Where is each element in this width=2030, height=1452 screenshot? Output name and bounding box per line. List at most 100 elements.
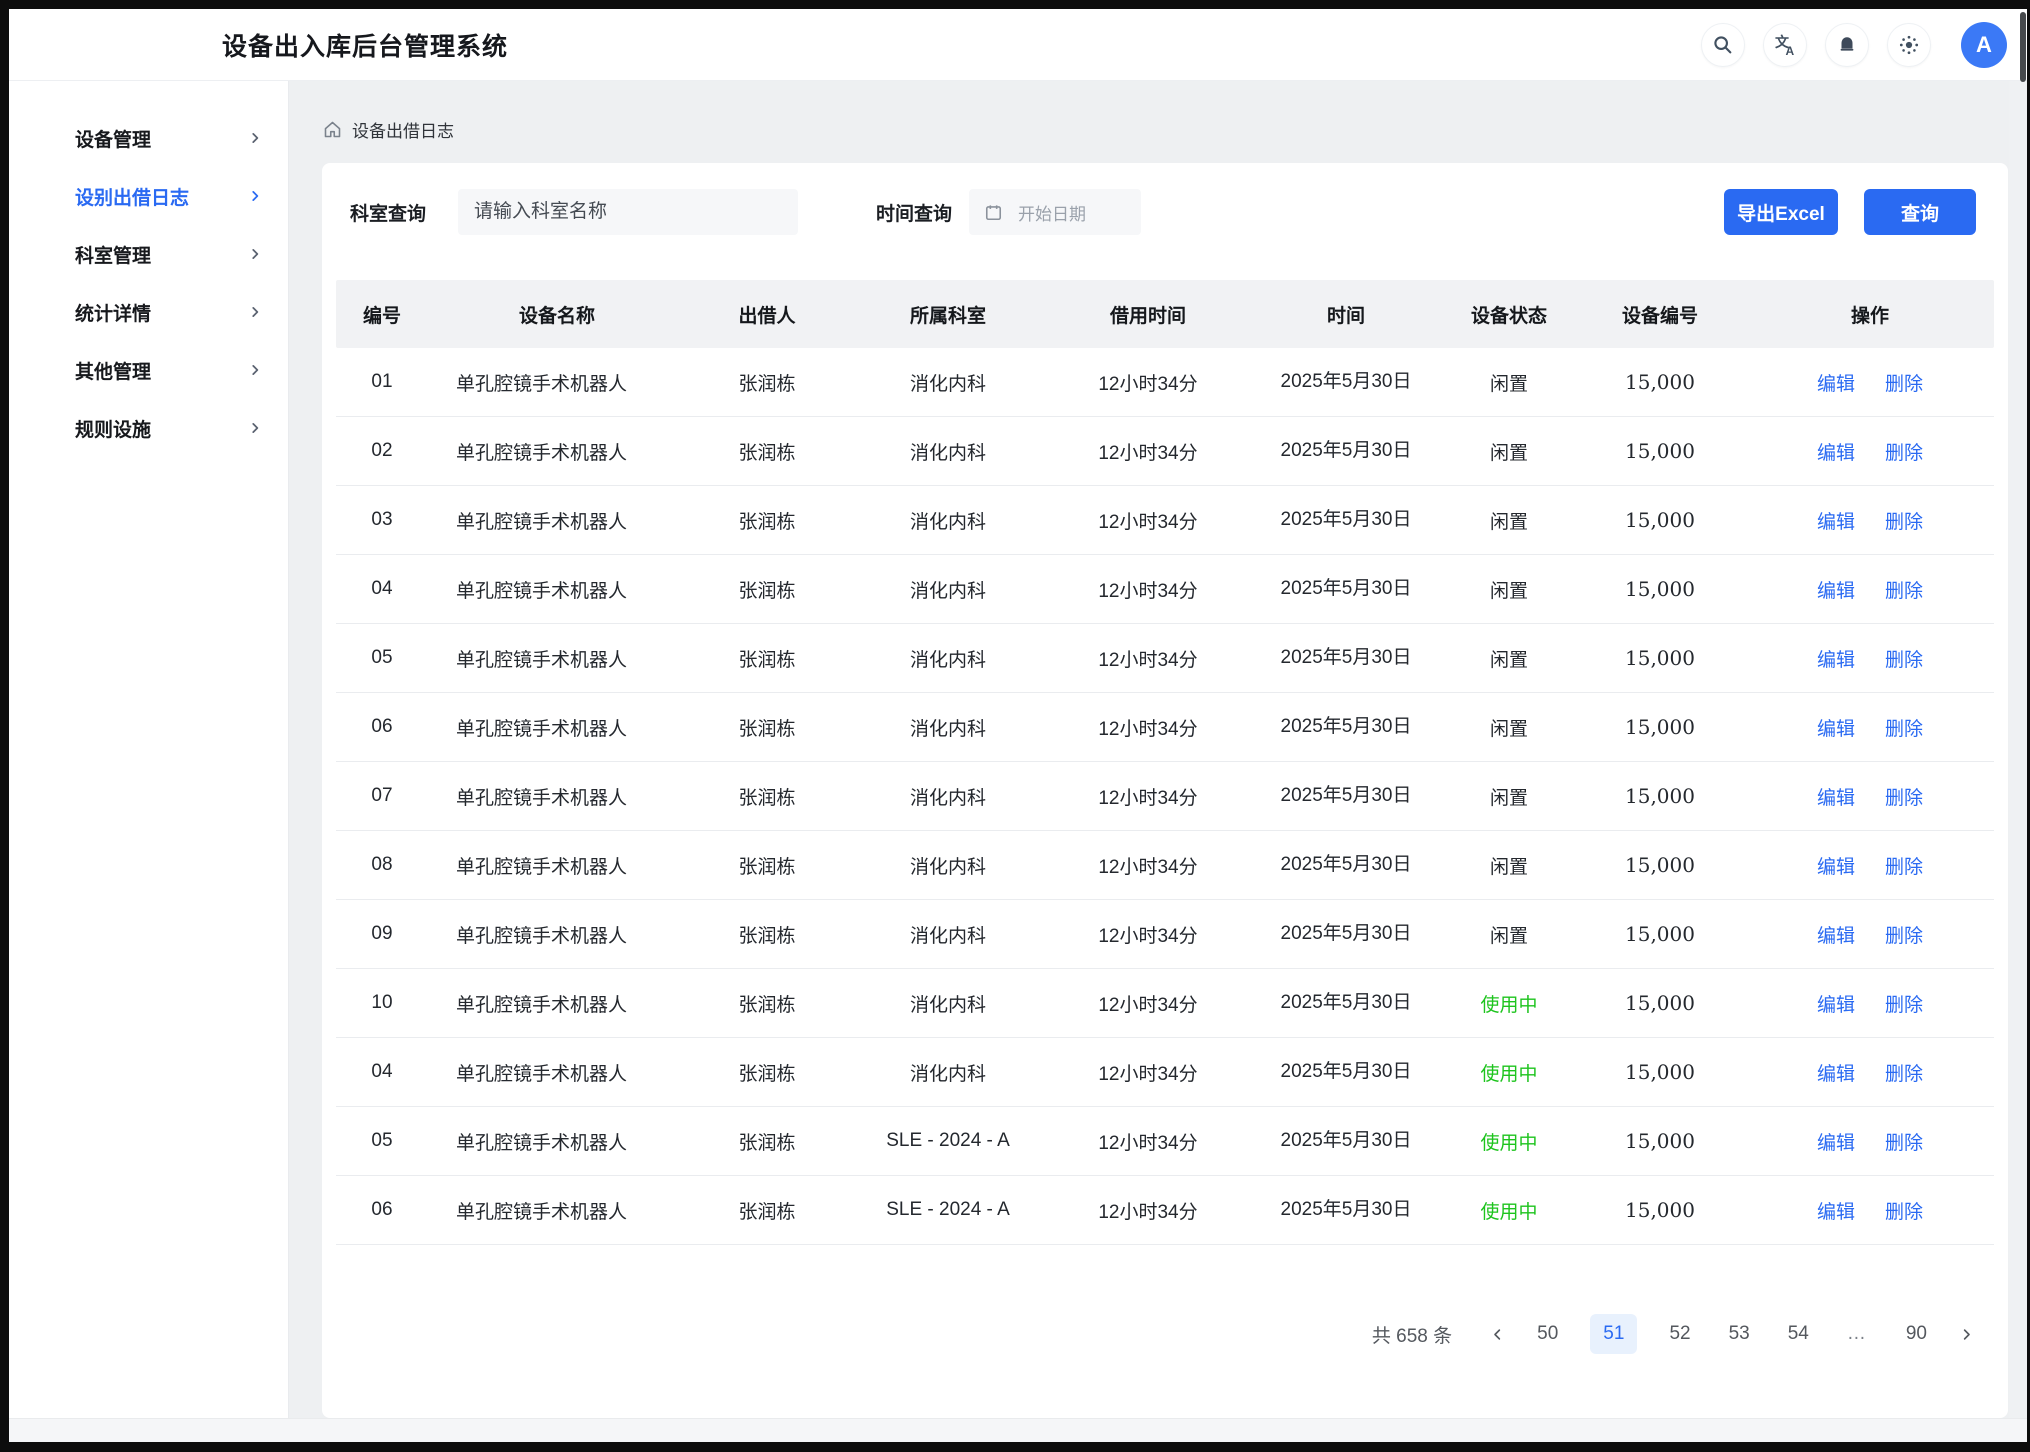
cell-device-name: 单孔腔镜手术机器人 [428,576,686,603]
cell-borrower: 张润栋 [686,1128,848,1155]
cell-device-name: 单孔腔镜手术机器人 [428,783,686,810]
sidebar-item[interactable]: 设别出借日志 [9,167,288,225]
prev-page-button[interactable] [1490,1327,1505,1342]
brightness-icon [1898,34,1920,56]
edit-link[interactable]: 编辑 [1817,438,1855,465]
cell-borrow-duration: 12小时34分 [1048,645,1248,672]
edit-link[interactable]: 编辑 [1817,645,1855,672]
pagination-page[interactable]: 50 [1531,1314,1564,1354]
notification-button[interactable] [1825,23,1869,67]
sidebar-item[interactable]: 设备管理 [9,109,288,167]
cell-actions: 编辑 删除 [1746,1197,1994,1224]
edit-link[interactable]: 编辑 [1817,1059,1855,1086]
edit-link[interactable]: 编辑 [1817,783,1855,810]
scrollbar-thumb[interactable] [2020,12,2026,82]
edit-link[interactable]: 编辑 [1817,714,1855,741]
cell-device-number: 15,000 [1574,922,1746,946]
pagination-page[interactable]: 54 [1782,1314,1815,1354]
translate-button[interactable]: 文 A [1763,23,1807,67]
cell-actions: 编辑 删除 [1746,645,1994,672]
delete-link[interactable]: 删除 [1885,1059,1923,1086]
pagination-total: 共 658 条 [1372,1321,1452,1348]
dept-search-input[interactable] [458,189,798,235]
edit-link[interactable]: 编辑 [1817,369,1855,396]
edit-link[interactable]: 编辑 [1817,507,1855,534]
brightness-button[interactable] [1887,23,1931,67]
sidebar-item[interactable]: 规则设施 [9,399,288,457]
pagination-page[interactable]: 51 [1590,1314,1637,1354]
sidebar-item-label: 规则设施 [75,415,151,442]
chevron-right-icon [248,247,262,261]
cell-id: 06 [336,716,428,738]
cell-borrow-duration: 12小时34分 [1048,852,1248,879]
cell-device-number: 15,000 [1574,1060,1746,1084]
delete-link[interactable]: 删除 [1885,921,1923,948]
delete-link[interactable]: 删除 [1885,507,1923,534]
cell-actions: 编辑 删除 [1746,507,1994,534]
edit-link[interactable]: 编辑 [1817,1197,1855,1224]
home-icon [322,119,343,140]
delete-link[interactable]: 删除 [1885,369,1923,396]
start-date-picker[interactable]: 开始日期 [969,189,1141,235]
table-row: 06 单孔腔镜手术机器人 张润栋 消化内科 12小时34分 2025年5月30日… [336,693,1994,762]
edit-link[interactable]: 编辑 [1817,1128,1855,1155]
table-column-header: 时间 [1248,301,1444,328]
edit-link[interactable]: 编辑 [1817,990,1855,1017]
export-excel-button[interactable]: 导出Excel [1724,189,1838,235]
cell-date: 2025年5月30日 [1248,366,1444,393]
edit-link[interactable]: 编辑 [1817,921,1855,948]
delete-link[interactable]: 删除 [1885,576,1923,603]
status-badge: 使用中 [1444,1128,1574,1155]
table-column-header: 编号 [336,301,428,328]
sidebar-item[interactable]: 统计详情 [9,283,288,341]
cell-date: 2025年5月30日 [1248,711,1444,738]
sidebar-item[interactable]: 科室管理 [9,225,288,283]
query-button[interactable]: 查询 [1864,189,1976,235]
delete-link[interactable]: 删除 [1885,1128,1923,1155]
cell-department: SLE - 2024 - A [848,1199,1048,1221]
cell-device-number: 15,000 [1574,508,1746,532]
cell-department: 消化内科 [848,783,1048,810]
cell-actions: 编辑 删除 [1746,990,1994,1017]
next-page-button[interactable] [1959,1327,1974,1342]
sidebar-item-label: 科室管理 [75,241,151,268]
sidebar-item[interactable]: 其他管理 [9,341,288,399]
cell-id: 01 [336,371,428,393]
cell-device-number: 15,000 [1574,853,1746,877]
delete-link[interactable]: 删除 [1885,852,1923,879]
cell-actions: 编辑 删除 [1746,576,1994,603]
filter-bar: 科室查询 时间查询 开始日期 导出Excel [336,189,1994,235]
cell-date: 2025年5月30日 [1248,642,1444,669]
scrollbar-track[interactable] [2009,81,2027,1418]
cell-device-number: 15,000 [1574,577,1746,601]
cell-device-name: 单孔腔镜手术机器人 [428,369,686,396]
table-row: 10 单孔腔镜手术机器人 张润栋 消化内科 12小时34分 2025年5月30日… [336,969,1994,1038]
edit-link[interactable]: 编辑 [1817,852,1855,879]
cell-device-number: 15,000 [1574,784,1746,808]
edit-link[interactable]: 编辑 [1817,576,1855,603]
cell-department: 消化内科 [848,714,1048,741]
cell-device-name: 单孔腔镜手术机器人 [428,921,686,948]
user-avatar[interactable]: A [1961,22,2007,68]
delete-link[interactable]: 删除 [1885,990,1923,1017]
table-header: 编号 设备名称 出借人 所属科室 借用时间 时间 设备状态 设备编号 操作 [336,280,1994,348]
pagination-page[interactable]: 52 [1663,1314,1696,1354]
pagination-page[interactable]: 53 [1723,1314,1756,1354]
delete-link[interactable]: 删除 [1885,783,1923,810]
status-badge: 使用中 [1444,1059,1574,1086]
delete-link[interactable]: 删除 [1885,645,1923,672]
delete-link[interactable]: 删除 [1885,1197,1923,1224]
cell-department: SLE - 2024 - A [848,1130,1048,1152]
svg-text:A: A [1786,44,1795,57]
cell-borrower: 张润栋 [686,645,848,672]
pagination-page[interactable]: 90 [1900,1314,1933,1354]
time-query-label: 时间查询 [876,199,952,226]
table-column-header: 设备编号 [1574,301,1746,328]
search-button[interactable] [1701,23,1745,67]
cell-borrow-duration: 12小时34分 [1048,714,1248,741]
cell-date: 2025年5月30日 [1248,849,1444,876]
cell-borrow-duration: 12小时34分 [1048,369,1248,396]
delete-link[interactable]: 删除 [1885,714,1923,741]
delete-link[interactable]: 删除 [1885,438,1923,465]
cell-borrower: 张润栋 [686,438,848,465]
